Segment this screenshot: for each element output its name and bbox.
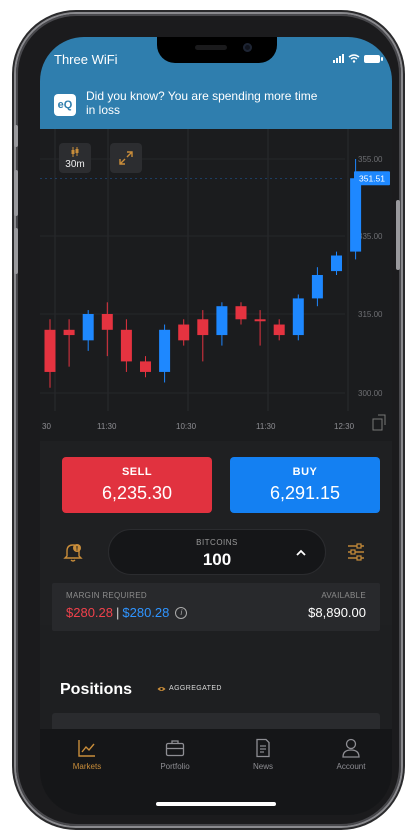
price-alert-icon[interactable]: ! [62, 541, 84, 563]
margin-values: $280.28 | $280.28 i [66, 605, 188, 620]
buy-button[interactable]: BUY 6,291.15 [230, 457, 380, 513]
sell-label: SELL [121, 466, 153, 478]
margin-sell-value: $280.28 [66, 605, 113, 620]
tip-text: Did you know? You are spending more time… [86, 89, 318, 117]
tab-portfolio[interactable]: Portfolio [140, 737, 210, 771]
chevron-up-icon[interactable] [295, 547, 307, 559]
quantity-stepper[interactable]: BITCOINS 100 [108, 529, 326, 575]
notch [157, 37, 277, 63]
aggregated-label: AGGREGATED [169, 685, 222, 692]
candle-body [254, 319, 266, 322]
candle-body [178, 324, 190, 341]
candle-body [350, 178, 362, 252]
candle-body [331, 255, 342, 272]
wifi-icon [348, 54, 360, 63]
x-tick-label: 11:30 [97, 422, 117, 431]
camera [243, 43, 252, 52]
candlestick-chart[interactable]: 355.00 335.00 315.00 300.00 30 11:30 10:30 11:3… [40, 129, 392, 441]
order-settings-icon[interactable] [345, 541, 367, 563]
candle-body [120, 329, 132, 362]
svg-text:!: ! [76, 546, 79, 553]
tab-account[interactable]: Account [316, 737, 386, 771]
candle-body [235, 306, 247, 320]
status-icons [333, 54, 383, 63]
timeframe-button[interactable]: 30m [59, 143, 91, 173]
app-screen: Three WiFi eQ Did you know? You are spen… [40, 37, 392, 815]
price-chart[interactable]: 355.00 335.00 315.00 300.00 30 11:30 10:30 11:3… [40, 129, 392, 441]
quantity-value[interactable]: 100 [109, 550, 325, 570]
candle-body [101, 314, 113, 330]
candle-body [273, 324, 285, 336]
sell-price: 6,235.30 [101, 483, 173, 503]
available-value: $8,890.00 [308, 605, 366, 620]
tab-label: Portfolio [160, 762, 190, 771]
tab-label: Account [336, 762, 366, 771]
candle-body [44, 329, 56, 372]
briefcase-icon [165, 740, 185, 757]
y-tick-label: 335.00 [358, 232, 383, 241]
app-logo-icon: eQ [54, 94, 76, 116]
volume-up-button [14, 170, 18, 216]
candle-body [82, 314, 94, 341]
tab-markets[interactable]: Markets [52, 737, 122, 771]
margin-buy-value: $280.28 [122, 605, 170, 620]
tab-label: News [252, 762, 273, 771]
candle-body [292, 298, 304, 336]
home-indicator[interactable] [156, 802, 276, 806]
tab-label: Markets [72, 762, 102, 771]
buy-price: 6,291.15 [269, 483, 341, 503]
power-button [396, 200, 400, 270]
y-tick-label: 300.00 [358, 389, 383, 398]
candle-body [63, 329, 75, 336]
candle-body [311, 275, 323, 299]
positions-title: Positions [60, 681, 133, 698]
candles-icon [71, 146, 79, 157]
x-tick-label: 10:30 [176, 422, 197, 431]
y-tick-label: 315.00 [358, 310, 383, 319]
margin-required-label: MARGIN REQUIRED [66, 591, 147, 600]
user-icon [342, 738, 360, 758]
silent-switch [14, 125, 18, 147]
trade-panel: SELL 6,235.30 BUY 6,291.15 ! BITCOINS 10… [40, 441, 392, 631]
available-label: AVAILABLE [321, 591, 366, 600]
battery-icon [364, 54, 383, 63]
candle-body [197, 319, 209, 336]
expand-icon [119, 151, 133, 165]
info-icon[interactable]: i [175, 606, 188, 619]
sell-button[interactable]: SELL 6,235.30 [62, 457, 212, 513]
y-tick-label: 355.00 [358, 155, 383, 164]
expand-chart-button[interactable] [110, 143, 142, 173]
candle-body [216, 306, 228, 336]
candle-body [159, 329, 171, 372]
news-icon [256, 738, 270, 758]
bottom-tab-bar: Markets Portfolio News Account [40, 729, 392, 815]
margin-summary: MARGIN REQUIRED AVAILABLE $280.28 | $280… [52, 583, 380, 631]
x-tick-label: 11:30 [256, 422, 276, 431]
tab-news[interactable]: News [228, 737, 298, 771]
aggregated-toggle[interactable]: AGGREGATED [157, 685, 222, 692]
current-price-label: 351.51 [359, 173, 385, 183]
x-tick-label: 12:30 [334, 422, 355, 431]
buy-label: BUY [292, 466, 318, 478]
quantity-unit-label: BITCOINS [196, 538, 238, 547]
timeframe-label: 30m [65, 158, 85, 170]
volume-down-button [14, 228, 18, 274]
chart-icon [78, 740, 95, 757]
chart-reset-icon [372, 414, 386, 431]
signal-icon [333, 54, 344, 63]
eye-icon [157, 686, 166, 691]
x-tick-label: 30 [42, 422, 51, 431]
carrier-name: Three WiFi [54, 52, 118, 67]
margin-separator: | [116, 605, 120, 620]
speaker [195, 45, 227, 50]
candle-body [140, 361, 151, 372]
